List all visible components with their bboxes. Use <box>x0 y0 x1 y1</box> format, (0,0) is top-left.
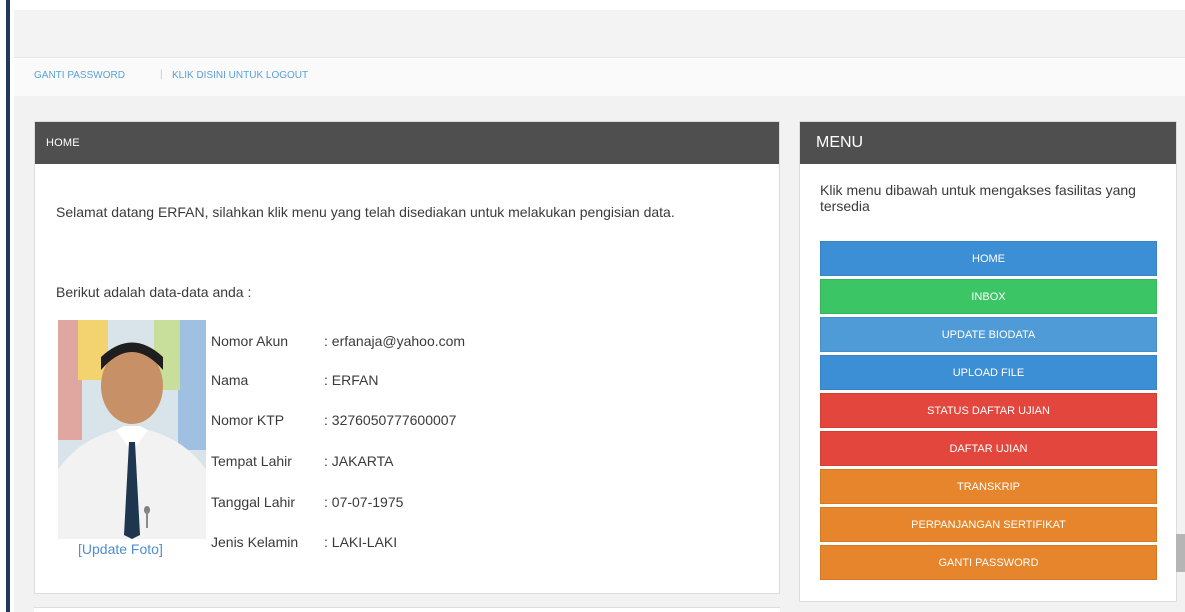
info-label: Nomor KTP <box>211 412 285 428</box>
top-nav: GANTI PASSWORD | KLIK DISINI UNTUK LOGOU… <box>14 59 1185 96</box>
info-value: : erfanaja@yahoo.com <box>324 333 466 349</box>
next-panel-edge <box>34 607 780 612</box>
update-foto-link[interactable]: [Update Foto] <box>78 541 163 557</box>
menu-description: Klik menu dibawah untuk mengakses fasili… <box>820 182 1136 214</box>
nav-ganti-password-link[interactable]: GANTI PASSWORD <box>34 70 125 81</box>
info-value: : ERFAN <box>324 372 379 388</box>
menu-button-update-biodata[interactable]: UPDATE BIODATA <box>820 317 1157 352</box>
home-panel: HOME Selamat datang ERFAN, silahkan klik… <box>34 121 780 594</box>
home-panel-title: HOME <box>46 137 80 149</box>
info-label: Tanggal Lahir <box>211 494 296 510</box>
info-value: : JAKARTA <box>324 453 394 469</box>
scrollbar-thumb[interactable] <box>1176 534 1185 572</box>
home-panel-header: HOME <box>35 122 779 164</box>
data-subheading: Berikut adalah data-data anda : <box>56 284 252 300</box>
menu-panel-header: MENU <box>800 122 1176 164</box>
info-value: : 07-07-1975 <box>324 494 404 510</box>
menu-panel-title: MENU <box>816 134 864 151</box>
menu-panel: MENU Klik menu dibawah untuk mengakses f… <box>799 121 1177 602</box>
info-label: Nomor Akun <box>211 333 289 349</box>
menu-button-status-daftar-ujian[interactable]: STATUS DAFTAR UJIAN <box>820 393 1157 428</box>
top-strip <box>14 0 1185 10</box>
welcome-text: Selamat datang ERFAN, silahkan klik menu… <box>56 204 675 220</box>
info-value: : LAKI-LAKI <box>324 534 398 550</box>
profile-photo-image <box>58 320 206 539</box>
page-left-border <box>0 0 10 612</box>
menu-button-inbox[interactable]: INBOX <box>820 279 1157 314</box>
info-label: Nama <box>211 372 249 388</box>
info-value: : 3276050777600007 <box>324 412 457 428</box>
info-label: Tempat Lahir <box>211 453 292 469</box>
info-label: Jenis Kelamin <box>211 534 299 550</box>
menu-button-transkrip[interactable]: TRANSKRIP <box>820 469 1157 504</box>
profile-photo <box>58 320 206 539</box>
nav-logout-link[interactable]: KLIK DISINI UNTUK LOGOUT <box>172 70 308 81</box>
menu-button-daftar-ujian[interactable]: DAFTAR UJIAN <box>820 431 1157 466</box>
menu-button-upload-file[interactable]: UPLOAD FILE <box>820 355 1157 390</box>
menu-button-perpanjangan-sertifikat[interactable]: PERPANJANGAN SERTIFIKAT <box>820 507 1157 542</box>
menu-button-home[interactable]: HOME <box>820 241 1157 276</box>
header-bar <box>14 10 1185 58</box>
nav-separator: | <box>160 69 163 80</box>
menu-button-ganti-password[interactable]: GANTI PASSWORD <box>820 545 1157 580</box>
